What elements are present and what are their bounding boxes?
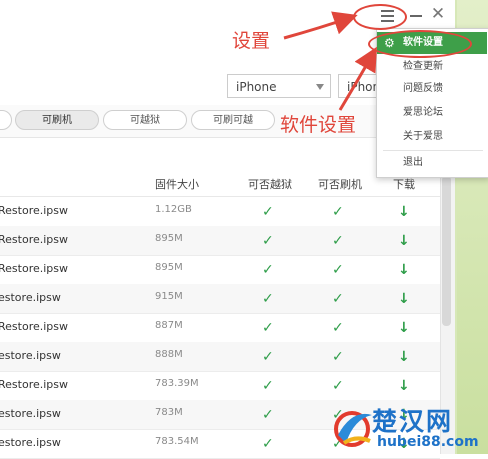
watermark-logo-icon	[334, 411, 372, 447]
watermark-url: hubei88.com	[377, 434, 479, 450]
arrow-to-menu	[283, 11, 358, 40]
arrow-to-software-settings	[338, 46, 377, 111]
watermark-name: 楚汉网	[372, 407, 454, 436]
annotation-arrows	[283, 11, 377, 111]
